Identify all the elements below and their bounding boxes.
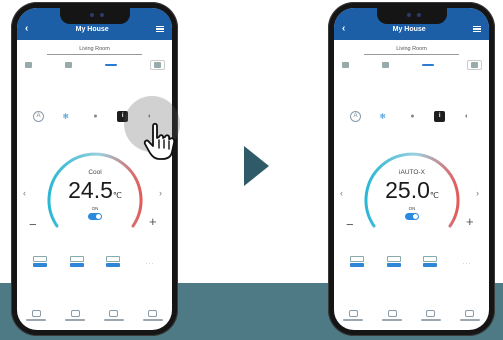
decrease-temp-button[interactable]: −: [346, 217, 354, 232]
increase-temp-button[interactable]: +: [149, 214, 157, 229]
power-label: ON: [408, 206, 416, 211]
power-toggle[interactable]: [88, 213, 102, 220]
vane-option[interactable]: [421, 256, 439, 267]
tab-bar: [17, 300, 172, 330]
temperature-value: 25.0℃: [385, 177, 439, 203]
tab-item[interactable]: [138, 309, 168, 321]
unit-chip[interactable]: [467, 60, 482, 70]
chevron-left-icon[interactable]: ‹: [23, 188, 26, 198]
unit-chip[interactable]: [382, 62, 389, 68]
room-name[interactable]: Living Room: [364, 46, 459, 55]
tab-item[interactable]: [377, 309, 407, 321]
chevron-left-icon[interactable]: ‹: [340, 188, 343, 198]
tab-item[interactable]: [99, 309, 129, 321]
app-title: My House: [392, 25, 426, 33]
auto-icon[interactable]: A: [350, 110, 361, 122]
cool-snowflake-icon[interactable]: ❄: [375, 108, 391, 124]
tab-bar: [334, 300, 489, 330]
tab-item[interactable]: [455, 309, 485, 321]
heat-icon[interactable]: i: [434, 110, 446, 122]
phone-before: ‹ My House Living Room A ❄ ● i ◐ Cool 24…: [11, 2, 180, 336]
tab-item[interactable]: [60, 309, 90, 321]
dry-drop-icon[interactable]: ●: [405, 108, 421, 124]
phone-notch: [59, 8, 130, 24]
mode-label: Cool: [88, 169, 102, 176]
unit-selector: [25, 60, 165, 70]
unit-chip[interactable]: [150, 60, 165, 70]
illustration: ‹ My House Living Room A ❄ ● i ◐ Cool 24…: [0, 0, 503, 340]
hamburger-menu-icon[interactable]: [473, 25, 481, 33]
tab-item[interactable]: [416, 309, 446, 321]
chevron-left-icon[interactable]: ‹: [25, 24, 28, 34]
options-row: ···: [348, 256, 476, 267]
vane-option[interactable]: [68, 256, 86, 267]
tab-item[interactable]: [21, 309, 51, 321]
unit-selector: [342, 60, 482, 70]
phone-after: ‹ My House Living Room A ❄ ● i ◐ iAUTO-X…: [328, 2, 495, 336]
decrease-temp-button[interactable]: −: [29, 217, 37, 232]
phone-notch: [376, 8, 447, 24]
phone-screen: ‹ My House Living Room A ❄ ● i ◐: [334, 8, 489, 330]
arrow-right-icon: [244, 146, 269, 186]
increase-temp-button[interactable]: +: [466, 214, 474, 229]
chevron-right-icon[interactable]: ›: [476, 188, 479, 198]
more-options-icon[interactable]: ···: [141, 261, 159, 267]
chevron-left-icon[interactable]: ‹: [342, 24, 345, 34]
unit-chip[interactable]: [65, 62, 72, 68]
hand-pointer-icon: [143, 122, 176, 160]
vane-option[interactable]: [104, 256, 122, 267]
unit-chip-active[interactable]: [422, 63, 434, 67]
chevron-right-icon[interactable]: ›: [159, 188, 162, 198]
room-name[interactable]: Living Room: [47, 46, 142, 55]
vane-option[interactable]: [385, 256, 403, 267]
mode-selector: A ❄ ● i ◐: [350, 108, 475, 124]
temperature-dial[interactable]: iAUTO-X 25.0℃ ON: [356, 138, 468, 250]
mode-label: iAUTO-X: [399, 169, 425, 176]
tab-item[interactable]: [338, 309, 368, 321]
cool-snowflake-icon[interactable]: ❄: [58, 108, 74, 124]
temperature-value: 24.5℃: [68, 177, 122, 203]
options-row: ···: [31, 256, 159, 267]
dry-drop-icon[interactable]: ●: [88, 108, 104, 124]
app-title: My House: [75, 25, 109, 33]
unit-chip-active[interactable]: [105, 63, 117, 67]
power-toggle[interactable]: [405, 213, 419, 220]
fan-speed-option[interactable]: [348, 256, 366, 267]
fan-speed-option[interactable]: [31, 256, 49, 267]
fan-icon[interactable]: ◐: [459, 108, 475, 124]
temperature-dial[interactable]: Cool 24.5℃ ON: [39, 138, 151, 250]
hamburger-menu-icon[interactable]: [156, 25, 164, 33]
unit-chip[interactable]: [25, 62, 32, 68]
unit-chip[interactable]: [342, 62, 349, 68]
phone-screen: ‹ My House Living Room A ❄ ● i ◐: [17, 8, 172, 330]
power-label: ON: [91, 206, 99, 211]
auto-icon[interactable]: A: [33, 110, 44, 122]
more-options-icon[interactable]: ···: [458, 261, 476, 267]
